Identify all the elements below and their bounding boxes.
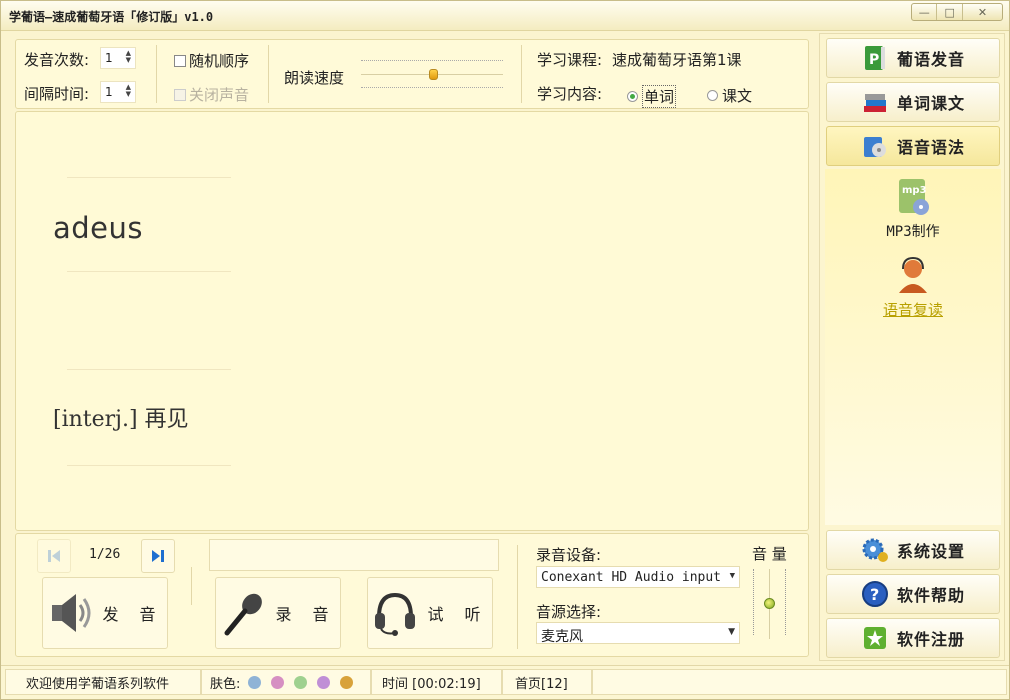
- sidebar-item-words-text[interactable]: 单词课文: [826, 82, 1000, 122]
- speaker-icon: [52, 594, 91, 632]
- word-text: adeus: [53, 211, 144, 245]
- close-button[interactable]: ✕: [963, 4, 1002, 20]
- source-select[interactable]: 麦克风 ▼: [536, 622, 740, 644]
- title-bar: 学葡语—速成葡萄牙语「修订版」v1.0 — □ ✕: [1, 1, 1009, 31]
- mp3-icon: mp3: [899, 179, 929, 215]
- radio-words[interactable]: 单词: [627, 85, 677, 108]
- volume-slider-thumb[interactable]: [764, 598, 775, 609]
- tool-mp3[interactable]: mp3 MP3制作: [873, 177, 953, 241]
- sidebar-item-audio-grammar[interactable]: 语音语法: [826, 126, 1000, 166]
- headset-person-icon: [899, 256, 927, 293]
- next-icon: [152, 550, 164, 562]
- status-welcome: 欢迎使用学葡语系列软件: [5, 669, 201, 695]
- repeat-label: 发音次数:: [24, 51, 90, 69]
- svg-text:P: P: [869, 52, 879, 68]
- repeat-stepper[interactable]: 1 ▲ ▼: [100, 47, 136, 69]
- prev-icon: [48, 550, 60, 562]
- page-indicator: 1/26: [89, 547, 121, 562]
- skin-swatch-green[interactable]: [294, 675, 308, 689]
- window-controls: — □ ✕: [911, 3, 1003, 21]
- record-button[interactable]: 录 音: [215, 577, 341, 649]
- maximize-button[interactable]: □: [937, 4, 963, 20]
- svg-text:mp3: mp3: [902, 185, 927, 196]
- speed-slider-thumb[interactable]: [429, 69, 438, 80]
- tool-repeat-reading[interactable]: 语音复读: [873, 255, 953, 320]
- svg-text:?: ?: [870, 585, 879, 604]
- mute-checkbox[interactable]: 关闭声音: [174, 84, 249, 105]
- headset-icon: [375, 592, 416, 636]
- sidebar-item-help[interactable]: ? 软件帮助: [826, 574, 1000, 614]
- books-icon: [861, 88, 889, 116]
- window-title: 学葡语—速成葡萄牙语「修订版」v1.0: [9, 10, 214, 24]
- next-button[interactable]: [141, 539, 175, 573]
- skin-swatch-blue[interactable]: [248, 675, 262, 689]
- course-label: 学习课程:: [537, 51, 603, 69]
- listen-button[interactable]: 试 听: [367, 577, 493, 649]
- skin-swatch-gold[interactable]: [340, 675, 354, 689]
- microphone-icon: [224, 593, 263, 636]
- volume-label: 音 量: [752, 545, 787, 563]
- device-label: 录音设备:: [536, 546, 602, 564]
- help-icon: ?: [861, 580, 889, 608]
- speed-label: 朗读速度: [284, 69, 345, 87]
- status-empty: [592, 669, 1007, 695]
- prev-button[interactable]: [37, 539, 71, 573]
- gear-icon: [861, 536, 889, 564]
- app-window: 学葡语—速成葡萄牙语「修订版」v1.0 — □ ✕ 发音次数: 1 ▲ ▼ 间隔时间…: [0, 0, 1010, 700]
- status-time: 时间 [00:02:19]: [371, 669, 502, 695]
- skin-swatch-purple[interactable]: [317, 675, 331, 689]
- radio-text[interactable]: 课文: [707, 85, 752, 106]
- audio-grammar-icon: [861, 132, 889, 160]
- random-order-checkbox[interactable]: 随机顺序: [174, 50, 249, 71]
- interval-label: 间隔时间:: [24, 85, 90, 103]
- record-progress: [209, 539, 499, 571]
- speak-button[interactable]: 发 音: [42, 577, 168, 649]
- skin-swatch-pink[interactable]: [271, 675, 285, 689]
- book-p-icon: P: [861, 44, 889, 72]
- register-icon: [861, 624, 889, 652]
- device-select[interactable]: Conexant HD Audio input ▼: [536, 566, 740, 588]
- skin-selector: 肤色:: [201, 669, 371, 695]
- content-label: 学习内容:: [537, 85, 603, 103]
- minimize-button[interactable]: —: [912, 4, 938, 20]
- sidebar-item-pronunciation[interactable]: P 葡语发音: [826, 38, 1000, 78]
- course-value: 速成葡萄牙语第1课: [612, 51, 742, 69]
- sidebar-item-register[interactable]: 软件注册: [826, 618, 1000, 658]
- word-meaning: [interj.] 再见: [53, 407, 189, 432]
- sidebar-item-settings[interactable]: 系统设置: [826, 530, 1000, 570]
- status-home: 首页[12]: [502, 669, 592, 695]
- word-display-panel: [15, 111, 809, 531]
- source-label: 音源选择:: [536, 603, 602, 621]
- interval-stepper[interactable]: 1 ▲ ▼: [100, 81, 136, 103]
